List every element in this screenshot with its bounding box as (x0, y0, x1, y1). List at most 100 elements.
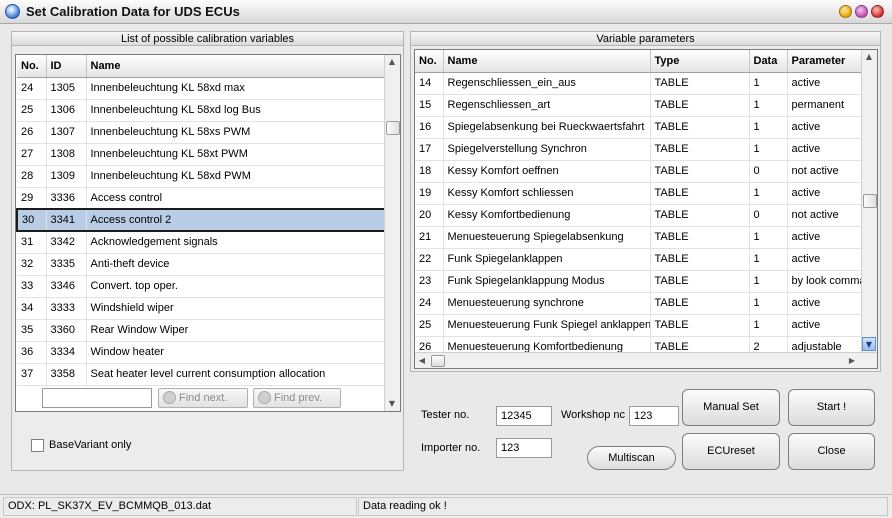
scroll-right-icon[interactable]: ▶ (845, 354, 859, 368)
calibration-variables-grid: No. ID Name 24 1305 Innenbeleuchtung KL 58… (15, 54, 401, 412)
table-row[interactable]: 35 3360 Rear Window Wiper (17, 319, 386, 342)
tester-no-input[interactable]: 12345 (496, 406, 552, 426)
table-cell: 31 (17, 231, 47, 254)
table-row[interactable]: 29 3336 Access control (17, 187, 386, 210)
close-button[interactable]: Close (788, 433, 875, 470)
workshop-no-input[interactable]: 123 (629, 406, 679, 426)
table-row[interactable]: 34 3333 Windshield wiper (17, 297, 386, 320)
column-header-name[interactable]: Name (86, 55, 386, 78)
table-row[interactable]: 28 1309 Innenbeleuchtung KL 58xd PWM (17, 165, 386, 188)
table-cell: TABLE (650, 204, 750, 227)
table-row[interactable]: 31 3342 Acknowledgement signals (17, 231, 386, 254)
table-row[interactable]: 25 Menuesteuerung Funk Spiegel anklappen T… (415, 314, 862, 337)
table-cell: 19 (415, 182, 444, 205)
table-cell: Regenschliessen_ein_aus (443, 72, 651, 95)
manual-set-button[interactable]: Manual Set (682, 389, 780, 426)
table-cell: active (787, 138, 862, 161)
table-cell: 18 (415, 160, 444, 183)
ecureset-button[interactable]: ECUreset (682, 433, 780, 470)
table-cell: TABLE (650, 314, 750, 337)
arrow-down-circle-icon (163, 391, 176, 404)
variable-parameters-table: No. Name Type Data Parameter 14 Regenschl… (415, 50, 862, 359)
table-row[interactable]: 17 Spiegelverstellung Synchron TABLE 1 activ… (415, 138, 862, 161)
table-cell: Regenschliessen_art (443, 94, 651, 117)
table-row[interactable]: 21 Menuesteuerung Spiegelabsenkung TABLE 1 a… (415, 226, 862, 249)
table-row[interactable]: 30 3341 Access control 2 (16, 208, 386, 232)
table-row[interactable]: 36 3334 Window heater (17, 341, 386, 364)
table-cell: 1 (749, 226, 788, 249)
table-cell: TABLE (650, 248, 750, 271)
table-cell: not active (787, 160, 862, 183)
table-row[interactable]: 14 Regenschliessen_ein_aus TABLE 1 active (415, 72, 862, 95)
column-header-data[interactable]: Data (749, 50, 788, 73)
table-row[interactable]: 25 1306 Innenbeleuchtung KL 58xd log Bus (17, 99, 386, 122)
table-row[interactable]: 22 Funk Spiegelanklappen TABLE 1 active (415, 248, 862, 271)
column-header-no[interactable]: No. (17, 55, 47, 78)
table-cell: Window heater (86, 341, 386, 364)
column-header-type[interactable]: Type (650, 50, 750, 73)
table-cell: Innenbeleuchtung KL 58xs PWM (86, 121, 386, 144)
table-cell: Anti-theft device (86, 253, 386, 276)
scroll-thumb[interactable] (863, 194, 877, 208)
table-cell: 1 (749, 292, 788, 315)
table-row[interactable]: 15 Regenschliessen_art TABLE 1 permanent (415, 94, 862, 117)
table-row[interactable]: 26 1307 Innenbeleuchtung KL 58xs PWM (17, 121, 386, 144)
scroll-thumb[interactable] (386, 121, 400, 135)
column-header-id[interactable]: ID (46, 55, 87, 78)
table-row[interactable]: 33 3346 Convert. top oper. (17, 275, 386, 298)
table-cell: Access control 2 (86, 208, 386, 232)
table-cell: 17 (415, 138, 444, 161)
table-cell: active (787, 116, 862, 139)
scroll-down-icon[interactable]: ▼ (385, 397, 399, 411)
calibration-variables-title: List of possible calibration variables (12, 32, 403, 46)
maximize-button[interactable] (855, 5, 868, 18)
table-cell: Acknowledgement signals (86, 231, 386, 254)
table-cell: 25 (17, 99, 47, 122)
table-cell: 1 (749, 94, 788, 117)
table-row[interactable]: 20 Kessy Komfortbedienung TABLE 0 not active (415, 204, 862, 227)
table-cell: 0 (749, 160, 788, 183)
variable-parameters-grid: No. Name Type Data Parameter 14 Regenschl… (414, 49, 878, 369)
column-header-name[interactable]: Name (443, 50, 651, 73)
table-cell: 15 (415, 94, 444, 117)
status-bar: ODX: PL_SK37X_EV_BCMMQB_013.dat Data rea… (0, 494, 892, 518)
multiscan-button[interactable]: Multiscan (587, 446, 676, 470)
scroll-up-icon[interactable]: ▲ (862, 50, 876, 64)
variable-parameters-hscrollbar[interactable]: ◀ ▶ (415, 352, 877, 368)
table-row[interactable]: 18 Kessy Komfort oeffnen TABLE 0 not active (415, 160, 862, 183)
table-row[interactable]: 24 Menuesteuerung synchrone TABLE 1 active (415, 292, 862, 315)
table-row[interactable]: 23 Funk Spiegelanklappung Modus TABLE 1 by l… (415, 270, 862, 293)
table-row[interactable]: 32 3335 Anti-theft device (17, 253, 386, 276)
scroll-down-icon[interactable]: ▼ (862, 337, 876, 351)
find-prev-button[interactable]: Find prev. (253, 388, 341, 408)
table-cell: TABLE (650, 72, 750, 95)
close-window-button[interactable] (871, 5, 884, 18)
table-cell: 34 (17, 297, 47, 320)
table-row[interactable]: 24 1305 Innenbeleuchtung KL 58xd max (17, 77, 386, 100)
scroll-up-icon[interactable]: ▲ (385, 55, 399, 69)
start-button[interactable]: Start ! (788, 389, 875, 426)
hscroll-thumb[interactable] (431, 355, 445, 367)
variable-parameters-vscrollbar[interactable]: ▲ ▼ (861, 50, 877, 352)
table-cell: 3335 (46, 253, 87, 276)
workshop-no-label: Workshop nc (561, 409, 625, 421)
column-header-no[interactable]: No. (415, 50, 444, 73)
column-header-parameter[interactable]: Parameter (787, 50, 862, 73)
find-text-input[interactable] (42, 388, 152, 408)
table-cell: 3333 (46, 297, 87, 320)
table-row[interactable]: 16 Spiegelabsenkung bei Rueckwaertsfahrt T… (415, 116, 862, 139)
find-next-button[interactable]: Find next. (158, 388, 248, 408)
table-row[interactable]: 27 1308 Innenbeleuchtung KL 58xt PWM (17, 143, 386, 166)
calibration-variables-scrollbar[interactable]: ▲ ▼ (384, 55, 400, 411)
table-cell: 28 (17, 165, 47, 188)
scroll-left-icon[interactable]: ◀ (415, 354, 429, 368)
table-cell: Kessy Komfortbedienung (443, 204, 651, 227)
importer-no-input[interactable]: 123 (496, 438, 552, 458)
table-row[interactable]: 19 Kessy Komfort schliessen TABLE 1 active (415, 182, 862, 205)
table-cell: Funk Spiegelanklappung Modus (443, 270, 651, 293)
minimize-button[interactable] (839, 5, 852, 18)
table-row[interactable]: 37 3358 Seat heater level current consumpt… (17, 363, 386, 386)
base-variant-checkbox[interactable] (31, 439, 44, 452)
table-cell: 1 (749, 138, 788, 161)
table-cell: active (787, 248, 862, 271)
